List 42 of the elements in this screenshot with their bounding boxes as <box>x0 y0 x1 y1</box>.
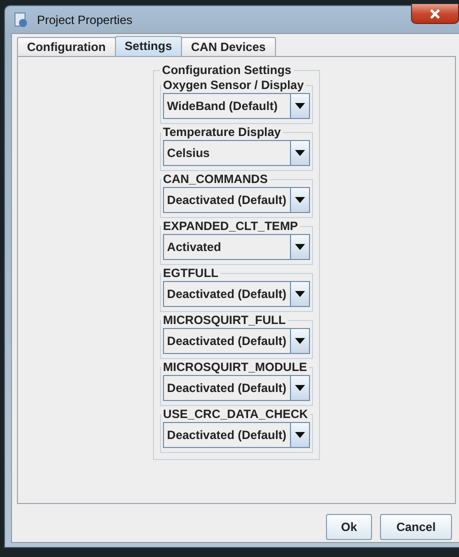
cancel-button[interactable]: Cancel <box>380 514 452 540</box>
tab[interactable]: CAN Devices <box>181 37 276 56</box>
setting-label: EXPANDED_CLT_TEMP <box>162 219 299 233</box>
setting-label: USE_CRC_DATA_CHECK <box>162 407 309 421</box>
setting-label: CAN_COMMANDS <box>162 172 269 186</box>
dropdown[interactable]: Celsius <box>163 140 310 166</box>
dropdown[interactable]: Deactivated (Default) <box>163 328 310 354</box>
dropdown[interactable]: WideBand (Default) <box>163 93 310 119</box>
dropdown-arrow-button[interactable] <box>290 329 309 353</box>
caret-icon <box>294 150 305 156</box>
app-icon <box>13 12 29 28</box>
dropdown-arrow-button[interactable] <box>290 188 309 212</box>
dropdown[interactable]: Deactivated (Default) <box>163 375 310 401</box>
tab[interactable]: Settings <box>114 36 182 56</box>
tab[interactable]: Configuration <box>17 37 116 56</box>
dropdown-arrow-button[interactable] <box>290 423 309 447</box>
dropdown-arrow-button[interactable] <box>290 282 309 306</box>
caret-icon <box>294 385 305 391</box>
close-icon <box>429 8 441 18</box>
setting-label: MICROSQUIRT_MODULE <box>162 360 308 374</box>
dropdown[interactable]: Deactivated (Default) <box>163 422 310 448</box>
caret-icon <box>294 338 305 344</box>
setting-label: MICROSQUIRT_FULL <box>162 313 287 327</box>
ok-button[interactable]: Ok <box>326 514 372 540</box>
dropdown[interactable]: Deactivated (Default) <box>163 281 310 307</box>
caret-icon <box>294 291 305 297</box>
caret-icon <box>294 432 305 438</box>
setting-label: Temperature Display <box>162 125 282 139</box>
caret-icon <box>294 244 305 250</box>
dropdown[interactable]: Activated <box>163 234 310 260</box>
dropdown[interactable]: Deactivated (Default) <box>163 187 310 213</box>
dropdown-arrow-button[interactable] <box>290 141 309 165</box>
dropdown-arrow-button[interactable] <box>290 94 309 118</box>
setting-label: EGTFULL <box>162 266 220 280</box>
group-title: Configuration Settings <box>161 63 292 77</box>
setting-label: Oxygen Sensor / Display <box>162 78 305 92</box>
caret-icon <box>294 197 305 203</box>
window-title: Project Properties <box>37 12 132 26</box>
dropdown-arrow-button[interactable] <box>290 235 309 259</box>
caret-icon <box>294 103 305 109</box>
dropdown-arrow-button[interactable] <box>290 376 309 400</box>
close-button[interactable] <box>411 4 459 24</box>
